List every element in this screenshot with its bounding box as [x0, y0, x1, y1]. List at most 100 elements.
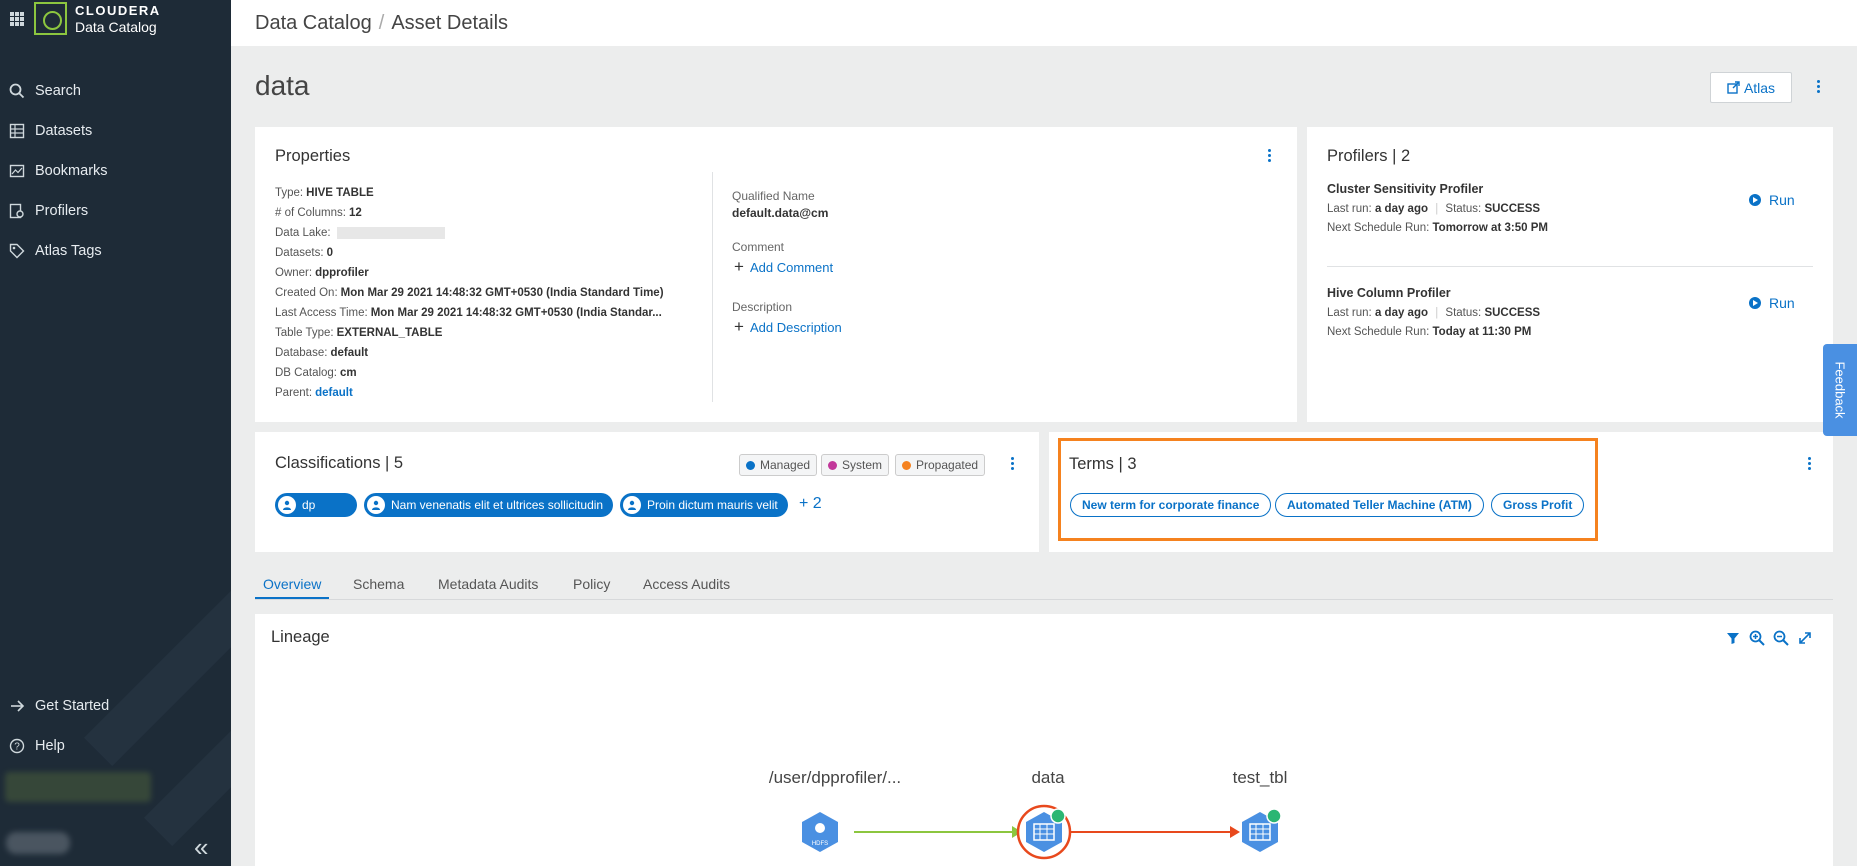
search-icon: [8, 82, 26, 100]
legend-managed[interactable]: Managed: [739, 454, 818, 476]
properties-more-icon[interactable]: [1265, 149, 1273, 162]
terms-highlight-box: [1058, 438, 1598, 541]
managed-dot: [746, 460, 755, 470]
atlas-button-label: Atlas: [1743, 79, 1776, 96]
sidebar-item-datasets[interactable]: Datasets: [0, 114, 231, 148]
property-columns: # of Columns: 12: [275, 207, 362, 219]
redacted-version-info: [6, 832, 70, 854]
properties-divider: [712, 172, 713, 402]
tab-schema[interactable]: Schema: [353, 576, 404, 592]
property-created-on: Created On: Mon Mar 29 2021 14:48:32 GMT+…: [275, 287, 664, 299]
profilers-title: Profilers | 2: [1327, 147, 1411, 165]
tabs-divider: [255, 599, 1833, 600]
sidebar-item-label: Atlas Tags: [35, 243, 102, 259]
more-tags-link[interactable]: + 2: [799, 495, 822, 513]
property-table-type: Table Type: EXTERNAL_TABLE: [275, 327, 443, 339]
term-pill[interactable]: New term for corporate finance: [1070, 493, 1272, 517]
tag-icon: [8, 242, 26, 260]
profiler-name: Hive Column Profiler: [1327, 286, 1451, 300]
user-icon: [623, 496, 641, 514]
classification-tag[interactable]: dp: [275, 493, 357, 517]
zoom-in-icon[interactable]: [1749, 630, 1765, 646]
lineage-title: Lineage: [271, 628, 330, 646]
property-parent: Parent: default: [275, 387, 353, 399]
tab-overview[interactable]: Overview: [263, 576, 321, 592]
classifications-card: Classifications | 5: [255, 432, 1039, 552]
help-icon: ?: [8, 737, 26, 755]
profiler-item: Cluster Sensitivity Profiler Last run: a…: [1327, 182, 1548, 234]
sidebar-item-profilers[interactable]: Profilers: [0, 194, 231, 228]
redacted-user-info: [5, 772, 151, 802]
comment-label: Comment: [732, 240, 785, 254]
add-description-link[interactable]: + Add Description: [732, 317, 842, 337]
property-datasets: Datasets: 0: [275, 247, 333, 259]
tab-access-audits[interactable]: Access Audits: [643, 576, 730, 592]
propagated-dot: [902, 460, 911, 470]
terms-more-icon[interactable]: [1805, 457, 1813, 470]
sidebar-item-label: Search: [35, 83, 81, 99]
zoom-out-icon[interactable]: [1773, 630, 1789, 646]
page-title: data: [255, 70, 310, 101]
classification-tag[interactable]: Nam venenatis elit et ultrices sollicitu…: [364, 493, 614, 517]
profilers-icon: [8, 202, 26, 220]
feedback-tab[interactable]: Feedback: [1823, 344, 1857, 436]
sidebar-item-atlas-tags[interactable]: Atlas Tags: [0, 234, 231, 268]
classification-tag[interactable]: Proin dictum mauris velit: [620, 493, 788, 517]
classifications-more-icon[interactable]: [1008, 457, 1016, 470]
atlas-button[interactable]: Atlas: [1710, 72, 1792, 103]
run-profiler-button[interactable]: Run: [1749, 295, 1795, 311]
description-label: Description: [732, 300, 793, 314]
profiler-next-run: Next Schedule Run: Tomorrow at 3:50 PM: [1327, 222, 1548, 234]
sidebar-item-bookmarks[interactable]: Bookmarks: [0, 154, 231, 188]
filter-icon[interactable]: [1725, 630, 1741, 646]
term-pill[interactable]: Gross Profit: [1491, 493, 1585, 517]
system-dot: [828, 460, 837, 470]
product-name: Data Catalog: [75, 19, 157, 35]
user-icon: [278, 496, 296, 514]
run-profiler-button[interactable]: Run: [1749, 192, 1795, 208]
plus-icon: +: [734, 257, 744, 276]
active-tab-indicator: [255, 597, 329, 599]
profiler-item: Hive Column Profiler Last run: a day ago…: [1327, 286, 1540, 338]
profiler-next-run: Next Schedule Run: Today at 11:30 PM: [1327, 326, 1532, 338]
terms-title: Terms | 3: [1069, 455, 1137, 473]
property-db-catalog: DB Catalog: cm: [275, 367, 357, 379]
app-launcher-icon[interactable]: [10, 12, 24, 26]
profiler-name: Cluster Sensitivity Profiler: [1327, 182, 1484, 196]
sidebar-item-search[interactable]: Search: [0, 74, 231, 108]
sidebar-item-get-started[interactable]: Get Started: [0, 689, 231, 723]
collapse-sidebar-icon[interactable]: «: [194, 832, 208, 863]
play-icon: [1749, 194, 1761, 206]
lineage-node-label: /user/dpprofiler/...: [768, 768, 902, 787]
table-node-icon: [1016, 804, 1072, 860]
bookmarks-icon: [8, 162, 26, 180]
sidebar-item-label: Profilers: [35, 203, 89, 219]
legend-propagated[interactable]: Propagated: [895, 454, 986, 476]
profilers-card: Profilers | 2 Cluster Sensitivity Profil…: [1307, 127, 1833, 422]
page-more-icon[interactable]: [1814, 80, 1822, 93]
breadcrumb-root[interactable]: Data Catalog: [255, 12, 372, 35]
arrow-head: [1230, 826, 1240, 838]
properties-card: Properties Type: HIVE TABLE # of Columns:…: [255, 127, 1297, 422]
sidebar-item-label: Datasets: [35, 123, 93, 139]
tab-policy[interactable]: Policy: [573, 576, 610, 592]
parent-link[interactable]: default: [315, 387, 353, 399]
classifications-title: Classifications | 5: [275, 454, 404, 472]
qualified-name-label: Qualified Name: [732, 189, 815, 203]
lineage-node-label: data: [1031, 768, 1065, 787]
external-link-icon: [1727, 81, 1740, 94]
profiler-last-run: Last run: a day ago | Status: SUCCESS: [1327, 203, 1541, 215]
tab-metadata-audits[interactable]: Metadata Audits: [438, 576, 538, 592]
svg-text:?: ?: [14, 742, 20, 753]
legend-system[interactable]: System: [821, 454, 890, 476]
cloudera-logo: [34, 2, 67, 35]
sidebar-item-help[interactable]: ? Help: [0, 729, 231, 763]
sidebar-item-label: Bookmarks: [35, 163, 108, 179]
property-type: Type: HIVE TABLE: [275, 187, 374, 199]
redacted-value: [336, 226, 445, 239]
expand-icon[interactable]: [1797, 630, 1813, 646]
term-pill[interactable]: Automated Teller Machine (ATM): [1275, 493, 1484, 517]
profiler-divider: [1327, 266, 1813, 267]
feedback-label: Feedback: [1832, 361, 1848, 419]
add-comment-link[interactable]: + Add Comment: [732, 257, 833, 277]
